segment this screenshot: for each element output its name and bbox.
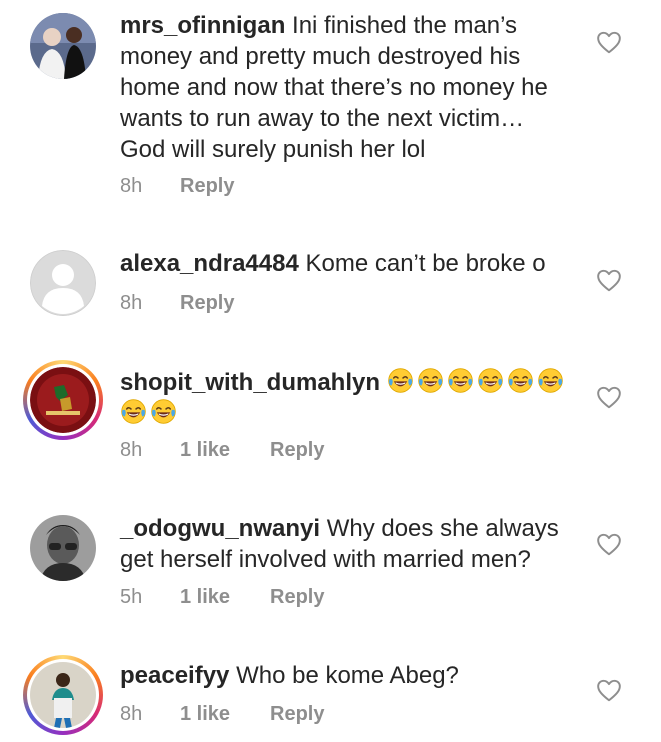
comment-time: 8h [120,175,143,197]
face-with-tears-of-joy-emoji [121,399,146,424]
like-count[interactable]: 1 like [180,703,270,726]
heart-outline-icon[interactable] [596,268,622,292]
reply-button[interactable]: Reply [180,175,234,198]
reply-button[interactable]: Reply [270,586,324,609]
comment-text: shopit_with_dumahlyn [120,367,590,429]
comment-time: 5h [120,586,143,608]
face-with-tears-of-joy-emoji [417,368,443,393]
comment-meta: 8h 1 like Reply [120,439,324,462]
comment-item: shopit_with_dumahlyn 8h 1 like Reply [0,340,661,490]
comment-username[interactable]: alexa_ndra4484 [120,250,299,277]
comment-line: wants to run away to the next victim… [120,105,525,132]
comment-meta: 8h Reply [120,175,234,198]
face-with-tears-of-joy-emoji [387,368,413,393]
heart-outline-icon[interactable] [596,30,622,54]
comment-text: _odogwu_nwanyi Why does she always get h… [120,513,590,575]
comment-line: God will surely punish her lol [120,136,426,163]
reply-button[interactable]: Reply [180,292,234,315]
story-ring[interactable] [23,360,103,440]
comment-meta: 5h 1 like Reply [120,586,324,609]
face-with-tears-of-joy-emoji [447,368,473,393]
comment-text: alexa_ndra4484 Kome can’t be broke o [120,248,590,279]
comment-meta: 8h Reply [120,292,234,315]
like-count[interactable]: 1 like [180,439,270,462]
heart-outline-icon[interactable] [596,678,622,702]
reply-button[interactable]: Reply [270,703,324,726]
face-with-tears-of-joy-emoji [507,368,533,393]
heart-outline-icon[interactable] [596,385,622,409]
comment-item: alexa_ndra4484 Kome can’t be broke o 8h R… [0,220,661,340]
avatar[interactable] [30,662,96,728]
comment-meta: 8h 1 like Reply [120,703,324,726]
comment-text: mrs_ofinnigan Ini finished the man’s mon… [120,10,590,165]
story-ring[interactable] [23,655,103,735]
face-with-tears-of-joy-emoji [477,368,503,393]
face-with-tears-of-joy-emoji [151,399,176,424]
comment-time: 8h [120,439,143,461]
comment-username[interactable]: _odogwu_nwanyi [120,515,320,542]
comment-time: 8h [120,292,143,314]
heart-outline-icon[interactable] [596,532,622,556]
avatar[interactable] [30,515,96,581]
avatar[interactable] [30,13,96,79]
comment-line: Who be kome Abeg? [236,662,459,689]
comment-text: peaceifyy Who be kome Abeg? [120,660,590,691]
comment-item: _odogwu_nwanyi Why does she always get h… [0,490,661,640]
comment-username[interactable]: shopit_with_dumahlyn [120,369,380,396]
comment-time: 8h [120,703,143,725]
face-with-tears-of-joy-emoji [537,368,563,393]
avatar[interactable] [30,367,96,433]
comment-line: Why does she always [326,515,559,542]
comment-line: home and now that there’s no money he [120,74,548,101]
reply-button[interactable]: Reply [270,439,324,462]
avatar[interactable] [30,250,96,316]
comment-item: mrs_ofinnigan Ini finished the man’s mon… [0,0,661,220]
comment-line: money and pretty much destroyed his [120,43,521,70]
like-count[interactable]: 1 like [180,586,270,609]
comment-line: Ini finished the man’s [292,12,518,39]
comment-line: get herself involved with married men? [120,546,531,573]
comment-username[interactable]: mrs_ofinnigan [120,12,285,39]
comment-line: Kome can’t be broke o [305,250,546,277]
comment-username[interactable]: peaceifyy [120,662,229,689]
comment-item: peaceifyy Who be kome Abeg? 8h 1 like Repl… [0,640,661,742]
